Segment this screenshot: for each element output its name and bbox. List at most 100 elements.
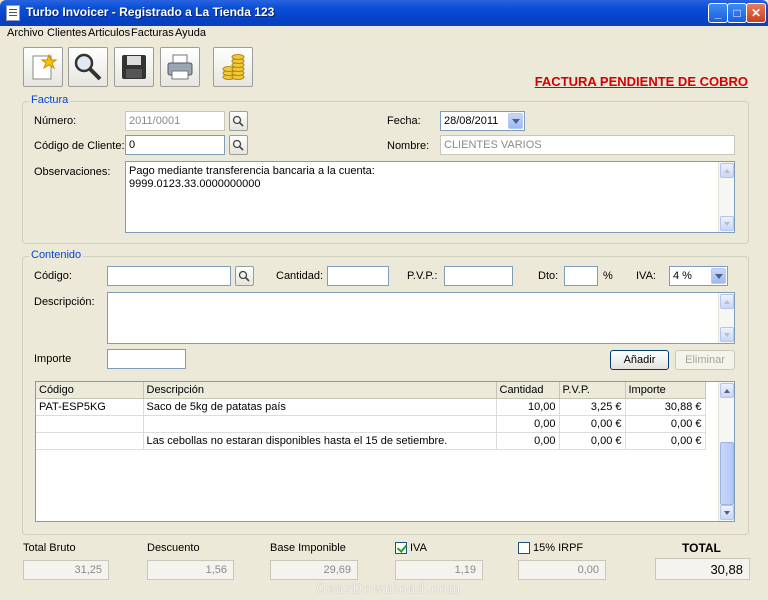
new-invoice-button[interactable] xyxy=(23,47,63,87)
dto-field[interactable] xyxy=(564,266,598,286)
cantidad-field[interactable] xyxy=(327,266,389,286)
watermark: GearDownload.com xyxy=(316,582,462,597)
iva-label: IVA: xyxy=(636,270,656,282)
window-title: Turbo Invoicer - Registrado a La Tienda … xyxy=(26,5,275,19)
column-header-importe[interactable]: Importe xyxy=(625,382,706,399)
table-cell: Saco de 5kg de patatas país xyxy=(143,398,497,416)
cliente-field[interactable]: 0 xyxy=(125,135,225,155)
pvp-field[interactable] xyxy=(444,266,513,286)
table-cell: 0,00 € xyxy=(559,432,626,450)
column-header-codigo[interactable]: Código xyxy=(36,382,144,399)
table-scrollbar[interactable] xyxy=(718,382,734,521)
cliente-label: Código de Cliente: xyxy=(34,140,125,152)
numero-search-button[interactable] xyxy=(229,111,248,131)
new-document-icon xyxy=(32,53,58,80)
dto-label: Dto: xyxy=(538,270,559,282)
codigo-field[interactable] xyxy=(107,266,231,286)
invoice-lines-table[interactable]: Código Descripción Cantidad P.V.P. Impor… xyxy=(35,381,735,522)
factura-group-title: Factura xyxy=(29,94,71,106)
menu-facturas[interactable]: Facturas xyxy=(131,27,174,39)
coins-icon xyxy=(222,54,245,80)
delete-line-button[interactable]: Eliminar xyxy=(675,350,735,370)
print-button[interactable] xyxy=(160,47,200,87)
observaciones-scrollbar[interactable] xyxy=(718,162,734,232)
observaciones-line-1: Pago mediante transferencia bancaria a l… xyxy=(129,165,375,177)
scroll-down-icon[interactable] xyxy=(720,216,734,231)
maximize-button[interactable]: □ xyxy=(727,3,747,23)
scroll-down-icon[interactable] xyxy=(720,505,734,520)
search-icon xyxy=(232,139,244,151)
importe-field[interactable] xyxy=(107,349,186,369)
total-field: 30,88 xyxy=(655,558,750,580)
pending-status-banner: FACTURA PENDIENTE DE COBRO xyxy=(534,74,748,89)
cantidad-label: Cantidad: xyxy=(276,270,324,282)
codigo-label: Código: xyxy=(34,270,72,282)
descripcion-textarea[interactable] xyxy=(107,292,735,344)
observaciones-line-2: 9999.0123.33.0000000000 xyxy=(129,178,261,190)
table-row[interactable]: PAT-ESP5KG Saco de 5kg de patatas país 1… xyxy=(36,398,706,416)
app-icon xyxy=(6,5,20,21)
scroll-up-icon[interactable] xyxy=(720,383,734,398)
table-row[interactable]: 0,00 0,00 € 0,00 € xyxy=(36,415,706,433)
iva-select-value: 4 % xyxy=(673,270,692,282)
add-line-button[interactable]: Añadir xyxy=(610,350,669,370)
fecha-datepicker[interactable]: 28/08/2011 xyxy=(440,111,525,131)
menu-articulos[interactable]: Articulos xyxy=(88,27,130,39)
close-button[interactable]: ✕ xyxy=(746,3,766,23)
nombre-field[interactable]: CLIENTES VARIOS xyxy=(440,135,735,155)
descuento-label: Descuento xyxy=(147,542,200,554)
table-cell: 0,00 xyxy=(496,432,560,450)
importe-label: Importe xyxy=(34,353,72,365)
menu-archivo[interactable]: Archivo xyxy=(7,27,44,39)
irpf-field: 0,00 xyxy=(518,560,606,580)
numero-field[interactable]: 2011/0001 xyxy=(125,111,225,131)
base-imponible-field: 29,69 xyxy=(270,560,358,580)
menu-ayuda[interactable]: Ayuda xyxy=(175,27,206,39)
descripcion-label: Descripción: xyxy=(34,296,95,308)
menu-clientes[interactable]: Clientes xyxy=(47,27,87,39)
total-bruto-field: 31,25 xyxy=(23,560,109,580)
numero-label: Número: xyxy=(34,115,77,127)
scroll-up-icon[interactable] xyxy=(720,163,734,178)
scroll-thumb[interactable] xyxy=(720,442,734,505)
observaciones-label: Observaciones: xyxy=(34,166,111,178)
chevron-down-icon[interactable] xyxy=(711,268,726,284)
search-icon xyxy=(238,270,250,282)
nombre-label: Nombre: xyxy=(387,140,430,152)
title-bar: Turbo Invoicer - Registrado a La Tienda … xyxy=(0,0,768,26)
table-cell: 0,00 xyxy=(496,415,560,433)
fecha-label: Fecha: xyxy=(387,115,421,127)
table-cell: 0,00 € xyxy=(625,415,706,433)
total-label: TOTAL xyxy=(682,541,721,555)
payment-button[interactable] xyxy=(213,47,253,87)
iva-checkbox[interactable] xyxy=(395,542,407,554)
table-cell: 0,00 € xyxy=(559,415,626,433)
dto-percent-label: % xyxy=(603,270,613,282)
save-button[interactable] xyxy=(114,47,154,87)
table-row[interactable]: Las cebollas no estaran disponibles hast… xyxy=(36,432,706,450)
minimize-button[interactable]: _ xyxy=(708,3,728,23)
chevron-down-icon[interactable] xyxy=(508,113,523,129)
cliente-search-button[interactable] xyxy=(229,135,248,155)
descuento-field: 1,56 xyxy=(147,560,234,580)
observaciones-textarea[interactable]: Pago mediante transferencia bancaria a l… xyxy=(125,161,735,233)
contenido-group-title: Contenido xyxy=(29,249,84,261)
descripcion-scrollbar[interactable] xyxy=(718,293,734,343)
column-header-pvp[interactable]: P.V.P. xyxy=(559,382,626,399)
print-icon xyxy=(167,54,193,80)
codigo-search-button[interactable] xyxy=(235,266,254,286)
search-button[interactable] xyxy=(68,47,108,87)
table-cell: 30,88 € xyxy=(625,398,706,416)
table-cell: Las cebollas no estaran disponibles hast… xyxy=(143,432,497,450)
table-cell: 10,00 xyxy=(496,398,560,416)
scroll-down-icon[interactable] xyxy=(720,327,734,342)
iva-total-field: 1,19 xyxy=(395,560,483,580)
table-cell xyxy=(36,432,144,450)
column-header-descripcion[interactable]: Descripción xyxy=(143,382,497,399)
table-cell: 0,00 € xyxy=(625,432,706,450)
column-header-cantidad[interactable]: Cantidad xyxy=(496,382,560,399)
iva-select[interactable]: 4 % xyxy=(669,266,728,286)
irpf-checkbox[interactable] xyxy=(518,542,530,554)
scroll-up-icon[interactable] xyxy=(720,294,734,309)
search-icon xyxy=(232,115,244,127)
